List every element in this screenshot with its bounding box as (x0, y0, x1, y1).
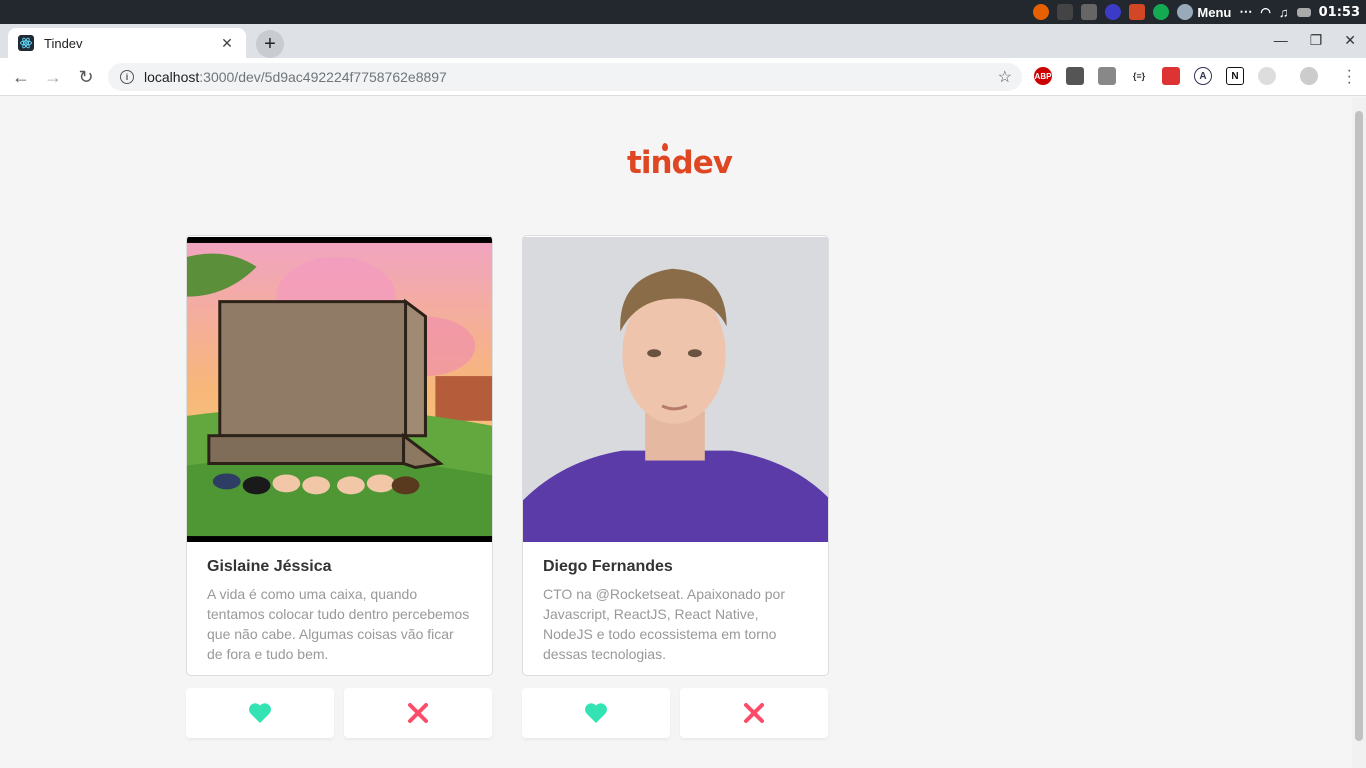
dev-bio: CTO na @Rocketseat. Apaixonado por Javas… (543, 586, 785, 662)
close-icon (408, 703, 428, 723)
reload-button[interactable]: ↻ (73, 64, 99, 90)
close-icon (744, 703, 764, 723)
clock: 01:53 (1318, 4, 1360, 20)
dev-card: Gislaine Jéssica A vida é como uma caixa… (186, 235, 493, 676)
restore-icon[interactable]: ❐ (1310, 32, 1323, 49)
extension-icon[interactable] (1066, 67, 1084, 85)
tab-title: Tindev (44, 35, 83, 51)
dev-avatar (187, 237, 492, 542)
new-tab-button[interactable]: + (256, 30, 284, 58)
logo-flame-icon (662, 143, 668, 151)
close-tab-icon[interactable]: ✕ (218, 35, 236, 52)
dev-card: Diego Fernandes CTO na @Rocketseat. Apai… (522, 235, 829, 676)
extension-off-icon[interactable] (1098, 67, 1116, 85)
wifi-icon[interactable]: ◠ (1260, 5, 1270, 19)
mongodb-icon[interactable] (1153, 4, 1170, 20)
music-icon[interactable]: ♫ (1279, 5, 1289, 20)
dislike-button[interactable] (680, 688, 828, 738)
minimize-icon[interactable]: — (1274, 32, 1288, 49)
url-text[interactable]: localhost:3000/dev/5d9ac492224f7758762e8… (144, 69, 447, 85)
more-icon[interactable]: ⋯ (1239, 4, 1252, 20)
os-tray: Menu ⋯ ◠ ♫ 01:53 (1033, 0, 1366, 24)
app-icon[interactable] (1105, 4, 1122, 20)
extension-a-icon[interactable]: A (1194, 67, 1212, 85)
extension-icon[interactable] (1162, 67, 1180, 85)
page-scrollbar[interactable] (1352, 97, 1366, 768)
dev-name: Diego Fernandes (543, 558, 673, 575)
notion-icon[interactable]: N (1226, 67, 1244, 85)
firefox-icon[interactable] (1033, 4, 1050, 20)
bookmark-star-icon[interactable]: ☆ (998, 67, 1012, 87)
tab-tindev[interactable]: Tindev ✕ (8, 28, 246, 58)
like-button[interactable] (522, 688, 670, 738)
forward-button[interactable]: → (40, 64, 66, 90)
tab-strip: Tindev ✕ + — ❐ ✕ (0, 24, 1366, 58)
browser-toolbar: ← → ↻ i localhost:3000/dev/5d9ac492224f7… (0, 58, 1366, 96)
zotero-icon[interactable] (1129, 4, 1146, 20)
dev-name: Gislaine Jéssica (207, 558, 332, 575)
heart-icon (585, 703, 607, 723)
menu-label: Menu (1197, 4, 1232, 20)
browser-menu-icon[interactable]: · · · (1347, 63, 1352, 91)
back-button[interactable]: ← (8, 64, 34, 90)
like-button[interactable] (186, 688, 334, 738)
tindev-logo: tindev (627, 145, 733, 181)
react-favicon-icon (18, 35, 34, 51)
terminal-icon[interactable] (1057, 4, 1074, 20)
user-menu[interactable]: Menu (1177, 4, 1231, 20)
close-window-icon[interactable]: ✕ (1344, 32, 1356, 49)
extensions: ABP {≡} A N (1034, 67, 1318, 85)
page: tindev Gislaine Jéssica A vida é como um… (0, 97, 1352, 768)
profile-icon[interactable] (1300, 67, 1318, 85)
adblock-icon[interactable]: ABP (1034, 67, 1052, 85)
scrollbar-thumb[interactable] (1355, 111, 1363, 741)
folder-icon[interactable] (1081, 4, 1098, 20)
window-controls: — ❐ ✕ (1274, 32, 1356, 49)
info-icon[interactable]: i (120, 70, 134, 84)
dev-bio: A vida é como uma caixa, quando tentamos… (207, 586, 470, 662)
address-bar[interactable]: i localhost:3000/dev/5d9ac492224f7758762… (108, 63, 1022, 91)
dislike-button[interactable] (344, 688, 492, 738)
battery-icon[interactable] (1296, 7, 1311, 17)
extension-icon[interactable] (1258, 67, 1276, 85)
heart-icon (249, 703, 271, 723)
json-icon[interactable]: {≡} (1130, 67, 1148, 85)
os-top-panel: Menu ⋯ ◠ ♫ 01:53 (0, 0, 1366, 24)
avatar (1177, 4, 1194, 20)
dev-avatar (523, 237, 828, 542)
